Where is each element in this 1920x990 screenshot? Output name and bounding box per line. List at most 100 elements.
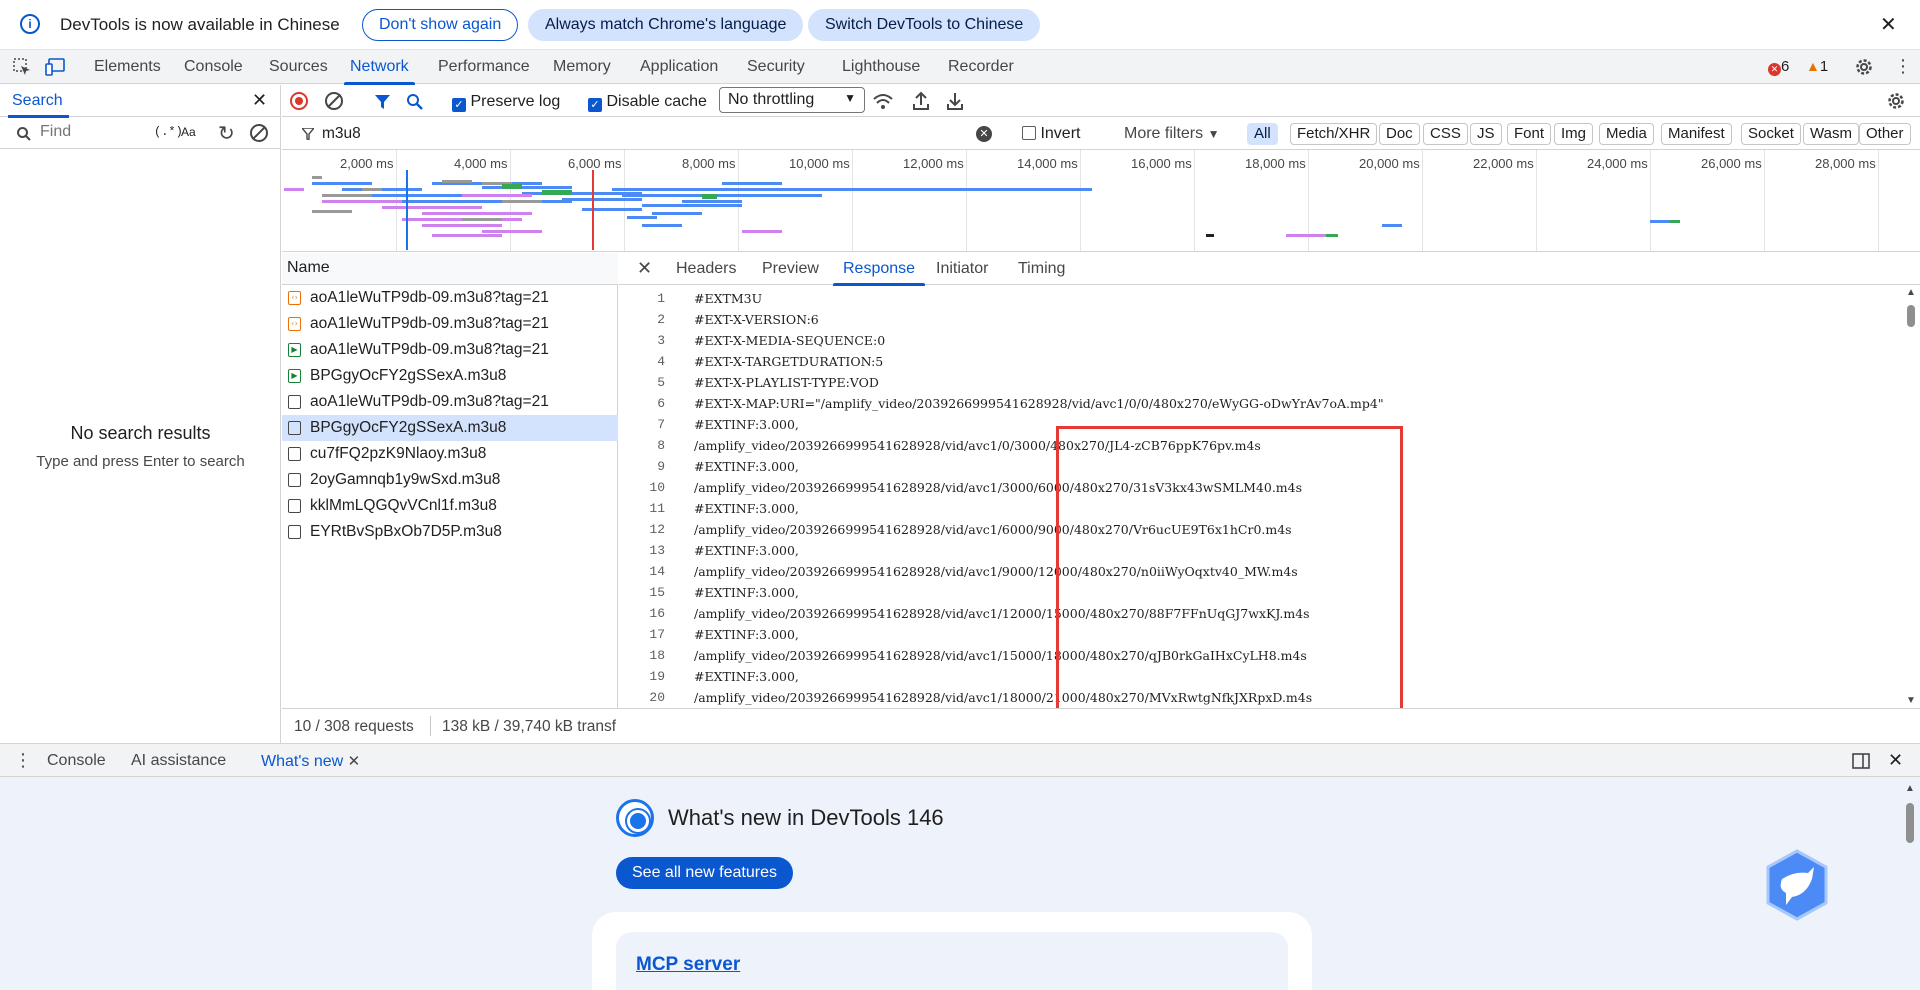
drawer-tab-console[interactable]: Console <box>47 752 106 770</box>
filter-icon[interactable] <box>374 93 392 111</box>
filter-type-fetch-xhr[interactable]: Fetch/XHR <box>1290 123 1378 145</box>
request-row[interactable]: aoA1leWuTP9db-09.m3u8?tag=21 <box>282 389 618 415</box>
clear-log-icon[interactable] <box>325 92 343 110</box>
code-line: 5 #EXT-X-PLAYLIST-TYPE:VOD <box>657 375 879 390</box>
tab-preview[interactable]: Preview <box>762 260 819 278</box>
throttling-select[interactable]: No throttling ▼ <box>719 87 865 113</box>
see-all-features-button[interactable]: See all new features <box>616 857 793 889</box>
warning-icon: ▲ <box>1806 58 1820 74</box>
tab-elements[interactable]: Elements <box>94 58 161 76</box>
tab-headers[interactable]: Headers <box>676 260 736 278</box>
scroll-up-icon[interactable]: ▲ <box>1906 287 1916 298</box>
request-row[interactable]: ▶ aoA1leWuTP9db-09.m3u8?tag=21 <box>282 337 618 363</box>
filter-type-wasm[interactable]: Wasm <box>1803 123 1859 145</box>
drawer-tab-whats-new[interactable]: What's new ✕ <box>252 752 365 780</box>
import-har-icon[interactable] <box>912 91 930 111</box>
filter-type-font[interactable]: Font <box>1507 123 1552 145</box>
timeline-tick: 18,000 ms <box>1245 156 1306 171</box>
filter-type-media[interactable]: Media <box>1599 123 1654 145</box>
match-case-toggle[interactable]: Aa <box>181 125 196 139</box>
response-scrollbar[interactable]: ▲ ▼ <box>1906 287 1916 706</box>
search-hint: Type and press Enter to search <box>36 453 245 470</box>
close-detail-icon[interactable]: ✕ <box>637 258 652 279</box>
mcp-server-link[interactable]: MCP server <box>636 954 740 976</box>
error-count-badge[interactable]: ✕ 6 <box>1768 58 1789 76</box>
no-search-results: No search results <box>70 423 211 443</box>
dont-show-again-button[interactable]: Don't show again <box>362 9 519 41</box>
tab-console[interactable]: Console <box>184 58 243 76</box>
settings-gear-icon[interactable] <box>1854 57 1874 77</box>
request-row[interactable]: kklMmLQGQvVCnl1f.m3u8 <box>282 493 618 519</box>
request-row[interactable]: cu7fFQ2pzK9Nlaoy.m3u8 <box>282 441 618 467</box>
whats-new-panel: What's new in DevTools 146 See all new f… <box>0 777 1920 990</box>
close-tab-icon[interactable]: ✕ <box>348 753 361 770</box>
filter-type-socket[interactable]: Socket <box>1741 123 1801 145</box>
network-settings-gear-icon[interactable] <box>1886 91 1906 111</box>
drawer-menu-icon[interactable]: ⋮ <box>14 750 32 771</box>
scroll-down-icon[interactable]: ▼ <box>1906 695 1916 706</box>
filter-type-other[interactable]: Other <box>1859 123 1911 145</box>
clear-filter-icon[interactable]: ✕ <box>976 126 992 142</box>
tab-recorder[interactable]: Recorder <box>948 58 1014 76</box>
close-infobar-icon[interactable]: ✕ <box>1880 12 1897 37</box>
name-column-header[interactable]: Name <box>282 253 618 285</box>
filter-type-all[interactable]: All <box>1247 123 1278 145</box>
tab-initiator[interactable]: Initiator <box>936 260 988 278</box>
filter-type-doc[interactable]: Doc <box>1379 123 1420 145</box>
request-row[interactable]: 2oyGamnqb1y9wSxd.m3u8 <box>282 467 618 493</box>
filter-input[interactable]: m3u8 <box>322 125 361 143</box>
dock-side-icon[interactable] <box>1852 753 1870 769</box>
search-pane-header: Search ✕ <box>0 85 281 118</box>
scroll-up-icon[interactable]: ▲ <box>1905 783 1915 794</box>
warning-count-badge[interactable]: ▲1 <box>1806 58 1828 75</box>
timeline-tick: 6,000 ms <box>568 156 622 171</box>
request-row[interactable]: ‹› aoA1leWuTP9db-09.m3u8?tag=21 <box>282 311 618 337</box>
search-find-input[interactable] <box>40 123 140 141</box>
clear-search-icon[interactable] <box>250 124 268 142</box>
search-network-icon[interactable] <box>406 93 424 111</box>
more-options-icon[interactable]: ⋮ <box>1894 56 1912 77</box>
whats-new-scrollbar[interactable]: ▲ <box>1905 783 1915 983</box>
network-overview-timeline[interactable]: 2,000 ms 4,000 ms 6,000 ms 8,000 ms 10,0… <box>282 150 1920 252</box>
always-match-language-button[interactable]: Always match Chrome's language <box>528 9 804 41</box>
search-tab[interactable]: Search <box>8 92 69 118</box>
tab-lighthouse[interactable]: Lighthouse <box>842 58 920 76</box>
tab-memory[interactable]: Memory <box>553 58 611 76</box>
filter-type-js[interactable]: JS <box>1470 123 1502 145</box>
request-row-selected[interactable]: BPGgyOcFY2gSSexA.m3u8 <box>282 415 618 441</box>
drawer-tabs: ⋮ Console AI assistance What's new ✕ ✕ <box>0 743 1920 780</box>
filter-type-manifest[interactable]: Manifest <box>1661 123 1732 145</box>
request-row[interactable]: ▶ BPGgyOcFY2gSSexA.m3u8 <box>282 363 618 389</box>
tab-sources[interactable]: Sources <box>269 58 328 76</box>
device-toolbar-icon[interactable] <box>45 57 67 77</box>
switch-to-chinese-button[interactable]: Switch DevTools to Chinese <box>808 9 1041 41</box>
close-drawer-icon[interactable]: ✕ <box>1888 750 1903 771</box>
network-conditions-icon[interactable] <box>872 91 894 111</box>
regex-toggle[interactable]: (.*) <box>154 125 183 139</box>
request-row[interactable]: EYRtBvSpBxOb7D5P.m3u8 <box>282 519 618 545</box>
filter-type-css[interactable]: CSS <box>1423 123 1468 145</box>
feature-card-inner: MCP server <box>616 932 1288 990</box>
inspect-element-icon[interactable] <box>12 57 32 77</box>
tab-security[interactable]: Security <box>747 58 805 76</box>
filter-type-img[interactable]: Img <box>1554 123 1594 145</box>
tab-timing[interactable]: Timing <box>1018 260 1065 278</box>
tab-application[interactable]: Application <box>640 58 718 76</box>
export-har-icon[interactable] <box>946 91 964 111</box>
ai-mascot-icon[interactable] <box>1764 849 1830 921</box>
drawer-tab-ai-assistance[interactable]: AI assistance <box>131 752 226 770</box>
tab-response[interactable]: Response <box>832 260 926 286</box>
more-filters-dropdown[interactable]: More filters ▼ <box>1124 125 1219 143</box>
scrollbar-thumb[interactable] <box>1906 803 1914 843</box>
tab-network[interactable]: Network <box>344 58 415 85</box>
request-row[interactable]: ‹› aoA1leWuTP9db-09.m3u8?tag=21 <box>282 285 618 311</box>
preserve-log-checkbox[interactable]: ✓ Preserve log <box>452 93 560 112</box>
refresh-icon[interactable]: ↻ <box>218 121 235 146</box>
disable-cache-checkbox[interactable]: ✓ Disable cache <box>588 93 707 112</box>
stop-recording-icon[interactable] <box>290 92 308 110</box>
invert-checkbox[interactable]: Invert <box>1022 125 1080 143</box>
scrollbar-thumb[interactable] <box>1907 305 1915 327</box>
close-search-icon[interactable]: ✕ <box>252 90 267 111</box>
tab-performance[interactable]: Performance <box>438 58 530 76</box>
document-icon <box>288 499 301 513</box>
